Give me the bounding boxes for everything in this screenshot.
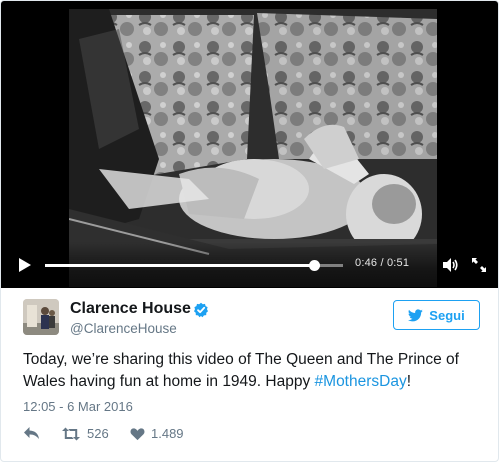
author-name[interactable]: Clarence House (70, 300, 191, 318)
tweet-actions: 526 1.489 (23, 426, 323, 446)
follow-button[interactable]: Segui (393, 300, 480, 330)
play-button[interactable] (15, 256, 33, 274)
like-count: 1.489 (151, 426, 184, 441)
avatar[interactable] (23, 299, 59, 335)
video-time-display: 0:46 / 0:51 (355, 257, 410, 269)
reply-button[interactable] (23, 426, 40, 440)
retweet-icon (62, 427, 80, 440)
tweet-timestamp[interactable]: 12:05 - 6 Mar 2016 (23, 399, 133, 414)
follow-button-label: Segui (429, 307, 465, 323)
video-player[interactable]: 0:46 / 0:51 (1, 1, 498, 288)
fullscreen-button[interactable] (470, 256, 488, 274)
video-progress-fill (45, 264, 314, 267)
volume-icon (443, 258, 458, 272)
like-button[interactable]: 1.489 (130, 426, 184, 441)
tweet-card: 0:46 / 0:51 Clarence House @ClarenceHous… (0, 0, 499, 462)
hashtag-link[interactable]: #MothersDay (315, 373, 407, 390)
verified-badge-icon (194, 302, 208, 318)
video-progress-bar[interactable] (45, 260, 343, 271)
retweet-count: 526 (87, 426, 109, 441)
video-progress-handle[interactable] (308, 260, 320, 271)
reply-icon (24, 427, 39, 439)
heart-icon (130, 427, 145, 440)
tweet-text: Today, we’re sharing this video of The Q… (23, 349, 485, 393)
twitter-bird-icon (408, 308, 424, 321)
author-handle[interactable]: @ClarenceHouse (70, 321, 177, 336)
retweet-button[interactable]: 526 (61, 426, 109, 441)
video-controls: 0:46 / 0:51 (1, 242, 498, 288)
tweet-text-end: ! (406, 373, 412, 390)
volume-button[interactable] (441, 256, 459, 274)
play-icon (19, 258, 31, 272)
fullscreen-icon (472, 258, 486, 272)
avatar-image (23, 299, 59, 335)
